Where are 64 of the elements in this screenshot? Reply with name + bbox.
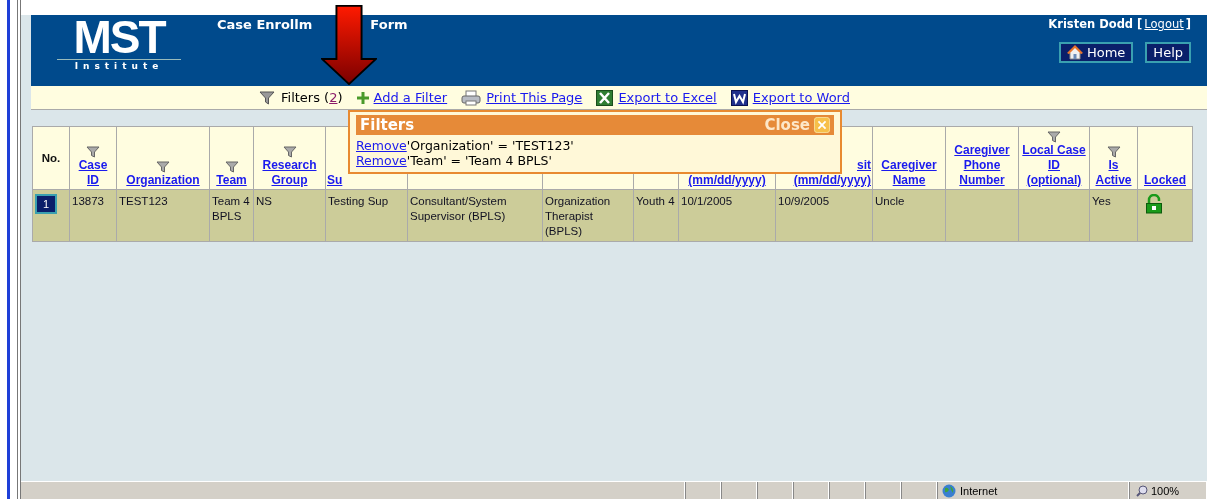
open-padlock-icon[interactable] — [1145, 194, 1163, 214]
table-cell: Organization Therapist (BPLS) — [542, 189, 634, 242]
filter-condition: 'Team' = 'Team 4 BPLS' — [406, 153, 552, 168]
zoom-icon[interactable] — [1136, 484, 1148, 497]
table-cell: NS — [253, 189, 326, 242]
filter-icon[interactable] — [224, 161, 239, 173]
globe-icon — [942, 483, 956, 498]
spreadsheet-icon — [596, 89, 614, 106]
column-sort-link[interactable]: Locked — [1139, 173, 1191, 188]
column-sort-link[interactable]: Caregiver Name — [874, 158, 944, 188]
logout-link[interactable]: Logout — [1144, 17, 1184, 31]
toolbar-link[interactable]: Print This Page — [486, 90, 583, 105]
column-sort-link[interactable]: Caregiver Phone Number — [947, 143, 1017, 188]
user-name: Kristen Dodd [ — [1048, 17, 1143, 31]
popup-title: Filters — [360, 116, 415, 134]
remove-filter-link[interactable]: Remove — [356, 138, 407, 153]
toolbar-link[interactable]: Export to Excel — [618, 90, 717, 105]
filter-icon[interactable] — [1047, 131, 1061, 143]
logo: MST — [57, 15, 181, 60]
column-label: No. — [41, 151, 61, 164]
column-sort-link[interactable]: Case ID — [71, 158, 115, 188]
house-icon — [1066, 45, 1083, 60]
remove-filter-link[interactable]: Remove — [356, 153, 407, 168]
security-zone: Internet — [960, 484, 998, 497]
table-cell: Team 4 BPLS — [209, 189, 254, 242]
plus-icon — [356, 91, 369, 104]
filter-icon[interactable] — [282, 146, 297, 158]
paren: ) — [337, 90, 343, 105]
toolbar-link[interactable]: Add a Filter — [373, 90, 448, 105]
column-sort-link[interactable]: Local Case ID (optional) — [1020, 143, 1088, 188]
table-cell: TEST123 — [116, 189, 210, 242]
page-title: Case Enrollm — [217, 17, 313, 32]
column-sort-link[interactable]: Organization — [118, 173, 208, 188]
filter-icon[interactable] — [86, 146, 100, 158]
table-cell: 10/1/2005 — [678, 189, 776, 242]
table-cell: Uncle — [872, 189, 946, 242]
column-sort-link[interactable]: (mm/dd/yyyy) — [680, 173, 774, 188]
table-cell: 10/9/2005 — [775, 189, 873, 242]
filter-icon[interactable] — [1106, 146, 1121, 158]
column-sort-link[interactable]: Team — [211, 173, 252, 188]
table-cell: Youth 4 — [633, 189, 679, 242]
filter-icon[interactable] — [156, 161, 170, 173]
filters-count-link[interactable]: 2 — [329, 90, 338, 105]
filter-condition: 'Organization' = 'TEST123' — [406, 138, 574, 153]
printer-icon — [461, 89, 482, 106]
column-sort-link[interactable]: (mm/dd/yyyy) — [777, 173, 871, 188]
column-sort-link[interactable]: Su — [327, 173, 406, 188]
column-sort-link[interactable]: Research Group — [255, 158, 324, 188]
logo-subtitle: Institute — [74, 61, 164, 71]
table-cell: Testing Sup — [325, 189, 408, 242]
zoom-level[interactable]: 100% — [1151, 484, 1180, 497]
page-title: Form — [370, 17, 408, 32]
help-button[interactable]: Help — [1145, 42, 1191, 63]
row-number-button[interactable]: 1 — [35, 194, 57, 214]
home-button[interactable]: Home — [1058, 42, 1134, 63]
bracket: ] — [1185, 17, 1191, 31]
table-cell: Yes — [1089, 189, 1138, 242]
table-cell: Consultant/System Supervisor (BPLS) — [407, 189, 543, 242]
table-cell: 13873 — [69, 189, 117, 242]
document-icon — [730, 89, 748, 106]
filters-label: Filters ( — [281, 90, 330, 105]
column-sort-link[interactable]: Is Active — [1091, 158, 1136, 188]
filter-icon — [259, 90, 275, 105]
toolbar-link[interactable]: Export to Word — [752, 90, 850, 105]
